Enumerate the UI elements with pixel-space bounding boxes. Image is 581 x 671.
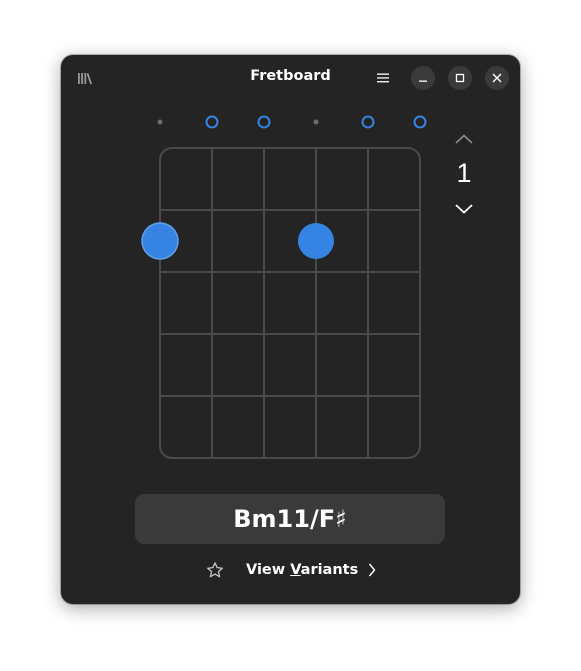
chevron-up-icon — [455, 134, 473, 144]
open-string-marker — [257, 115, 271, 129]
muted-string-marker — [313, 119, 319, 125]
chord-name-entry[interactable]: Bm11/F♯ — [135, 494, 445, 544]
app-window: Fretboard 1 Bm11/F♯ View Variants — [61, 55, 520, 604]
fret-number: 1 — [456, 158, 472, 188]
open-string-marker — [413, 115, 427, 129]
open-string-marker — [205, 115, 219, 129]
fretboard-frame — [159, 147, 421, 459]
fret-down-button[interactable] — [452, 199, 476, 219]
star-outline-icon — [207, 562, 223, 578]
open-string-marker — [361, 115, 375, 129]
muted-string-marker — [157, 119, 163, 125]
finger-dot — [141, 222, 179, 260]
bookmark-star-button[interactable] — [202, 557, 228, 583]
fret-up-button[interactable] — [452, 129, 476, 149]
view-variants-button[interactable]: View Variants — [246, 555, 376, 585]
chevron-down-icon — [455, 204, 473, 214]
view-variants-label: View Variants — [246, 562, 359, 578]
finger-dot — [298, 223, 334, 259]
chevron-right-icon — [368, 563, 376, 577]
chord-fretboard[interactable] — [61, 55, 520, 475]
fret-navigation: 1 — [449, 129, 479, 223]
